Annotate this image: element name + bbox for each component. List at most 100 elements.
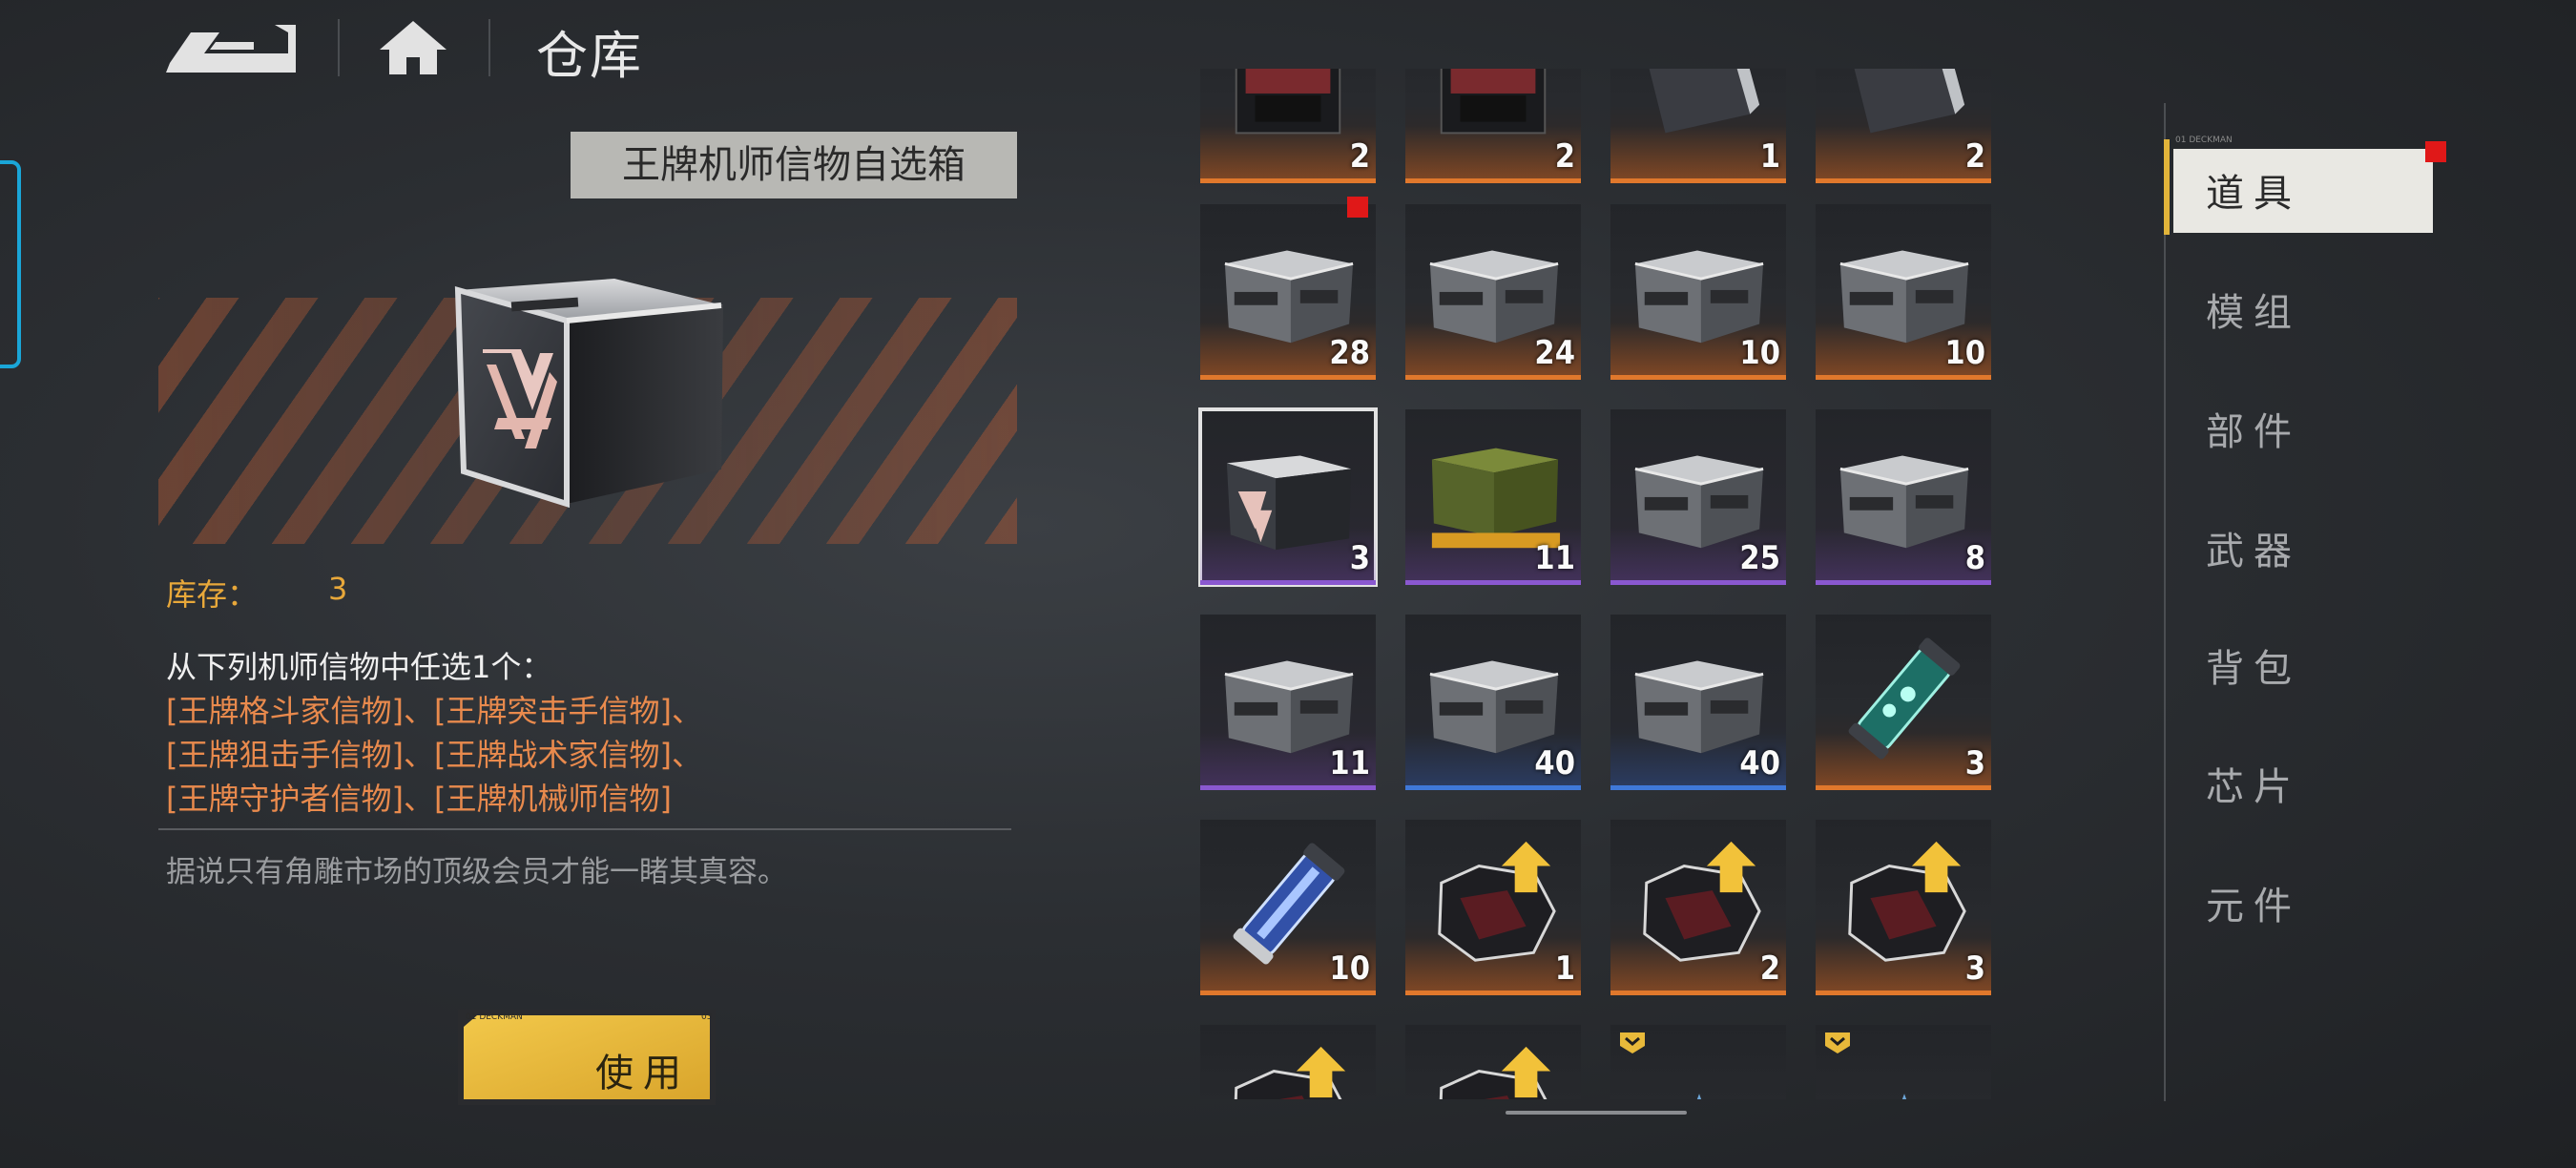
- description-divider: [158, 828, 1011, 830]
- inventory-item[interactable]: 40: [1405, 615, 1581, 790]
- tab-1[interactable]: 模组: [2206, 282, 2301, 337]
- stock-label: 库存：: [166, 576, 259, 613]
- supply-crate-icon: [1839, 455, 1969, 549]
- rarity-bar: [1405, 991, 1581, 995]
- rarity-bar: [1816, 991, 1991, 995]
- stock-value: 3: [328, 571, 348, 607]
- inventory-item[interactable]: 2: [1200, 69, 1376, 183]
- item-count: 2: [1554, 137, 1575, 176]
- use-button-tag: 01 DECKMAN: [466, 1012, 523, 1022]
- cyan-capsule-icon: [1848, 637, 1961, 760]
- rarity-bar: [1200, 580, 1376, 585]
- item-count: 1: [1554, 949, 1575, 988]
- item-count: 10: [1329, 949, 1370, 988]
- tab-4[interactable]: 背包: [2206, 637, 2301, 693]
- upgrade-part-icon: [1848, 841, 1966, 962]
- item-count: 11: [1329, 744, 1370, 782]
- item-count: 3: [1349, 539, 1370, 577]
- home-icon: [380, 21, 447, 74]
- inventory-item[interactable]: 24: [1405, 204, 1581, 380]
- item-count: 28: [1329, 334, 1370, 372]
- device-icon: [1854, 69, 1965, 134]
- scroll-indicator: [1506, 1111, 1687, 1115]
- upgrade-part-icon: [1643, 841, 1761, 962]
- inventory-item[interactable]: 2: [1816, 69, 1991, 183]
- tab-5[interactable]: 芯片: [2206, 756, 2301, 811]
- inventory-item[interactable]: 40: [1610, 615, 1786, 790]
- rarity-bar: [1610, 580, 1786, 585]
- blue-capsule-icon: [1233, 843, 1345, 965]
- inventory-item[interactable]: 3: [1816, 615, 1991, 790]
- rank-badge-icon: [1825, 1032, 1850, 1053]
- inventory-item[interactable]: 10: [1816, 204, 1991, 380]
- inventory-item[interactable]: 11: [1405, 409, 1581, 585]
- supply-crate-icon: [1634, 660, 1764, 754]
- inventory-item[interactable]: 28: [1200, 204, 1376, 380]
- inventory-item[interactable]: 25: [1610, 409, 1786, 585]
- item-count: 10: [1944, 334, 1985, 372]
- inventory-item[interactable]: 10: [1200, 820, 1376, 995]
- inventory-item[interactable]: 3: [1198, 407, 1378, 587]
- tab-0[interactable]: 道具: [2206, 162, 2301, 218]
- item-count: 24: [1534, 334, 1575, 372]
- supply-crate-icon: [1224, 250, 1354, 344]
- side-drawer-handle[interactable]: [0, 160, 21, 368]
- rarity-bar: [1816, 375, 1991, 380]
- home-button[interactable]: [378, 17, 448, 78]
- rarity-bar: [1405, 375, 1581, 380]
- rarity-bar: [1816, 580, 1991, 585]
- rarity-bar: [1610, 991, 1786, 995]
- rarity-bar: [1610, 178, 1786, 183]
- tab-3[interactable]: 武器: [2206, 520, 2301, 575]
- description-intro: 从下列机师信物中任选1个：: [166, 649, 552, 685]
- inventory-item[interactable]: 2: [1610, 820, 1786, 995]
- inventory-item[interactable]: 1: [1405, 820, 1581, 995]
- military-crate-icon: [1431, 448, 1561, 549]
- item-count: 25: [1739, 539, 1780, 577]
- rarity-bar: [1405, 580, 1581, 585]
- upgrade-part-icon: [1438, 841, 1556, 962]
- inventory-item[interactable]: 2: [1405, 69, 1581, 183]
- page-title: 仓库: [536, 26, 643, 86]
- rarity-bar: [1405, 178, 1581, 183]
- supply-crate-icon: [1634, 455, 1764, 549]
- item-name: 王牌机师信物自选箱: [622, 143, 966, 187]
- rarity-bar: [1816, 785, 1991, 790]
- tab-6[interactable]: 元件: [2206, 875, 2301, 930]
- inventory-item[interactable]: 11: [1200, 615, 1376, 790]
- reward-options-line: [王牌守护者信物]、[王牌机械师信物]: [166, 781, 672, 817]
- item-count: 11: [1534, 539, 1575, 577]
- header-divider: [488, 19, 490, 76]
- tab-2[interactable]: 部件: [2206, 401, 2301, 456]
- inventory-item[interactable]: [1610, 1025, 1786, 1099]
- item-count: 8: [1964, 539, 1985, 577]
- upgrade-part-icon: [1439, 1046, 1551, 1099]
- item-count: 3: [1964, 744, 1985, 782]
- inventory-grid[interactable]: 2 2 1 2 28 24 10 10 3 11 25 8 11 40 40 3 10 1 2 3: [1193, 69, 1994, 1099]
- inventory-item[interactable]: 3: [1816, 820, 1991, 995]
- new-indicator: [1347, 197, 1368, 218]
- inventory-item[interactable]: 8: [1816, 409, 1991, 585]
- item-count: 2: [1964, 137, 1985, 176]
- item-count: 40: [1534, 744, 1575, 782]
- blueprint-icon: [1696, 1094, 1702, 1099]
- item-count: 10: [1739, 334, 1780, 372]
- item-count: 2: [1759, 949, 1780, 988]
- inventory-item[interactable]: 10: [1610, 204, 1786, 380]
- back-button[interactable]: [162, 21, 298, 74]
- inventory-item[interactable]: [1816, 1025, 1991, 1099]
- supply-crate-icon: [1634, 250, 1764, 344]
- supply-crate-icon: [1429, 250, 1559, 344]
- rarity-bar: [1405, 785, 1581, 790]
- inventory-item[interactable]: [1405, 1025, 1581, 1099]
- inventory-item[interactable]: [1200, 1025, 1376, 1099]
- flavor-text: 据说只有角雕市场的顶级会员才能一睹其真容。: [166, 855, 787, 889]
- rarity-bar: [1610, 375, 1786, 380]
- item-count: 1: [1759, 137, 1780, 176]
- rarity-bar: [1610, 785, 1786, 790]
- inventory-item[interactable]: 1: [1610, 69, 1786, 183]
- use-button-label[interactable]: 使用: [595, 1042, 691, 1097]
- item-count: 2: [1349, 137, 1370, 176]
- ace-box-icon: [1226, 455, 1352, 551]
- supply-crate-icon: [1224, 660, 1354, 754]
